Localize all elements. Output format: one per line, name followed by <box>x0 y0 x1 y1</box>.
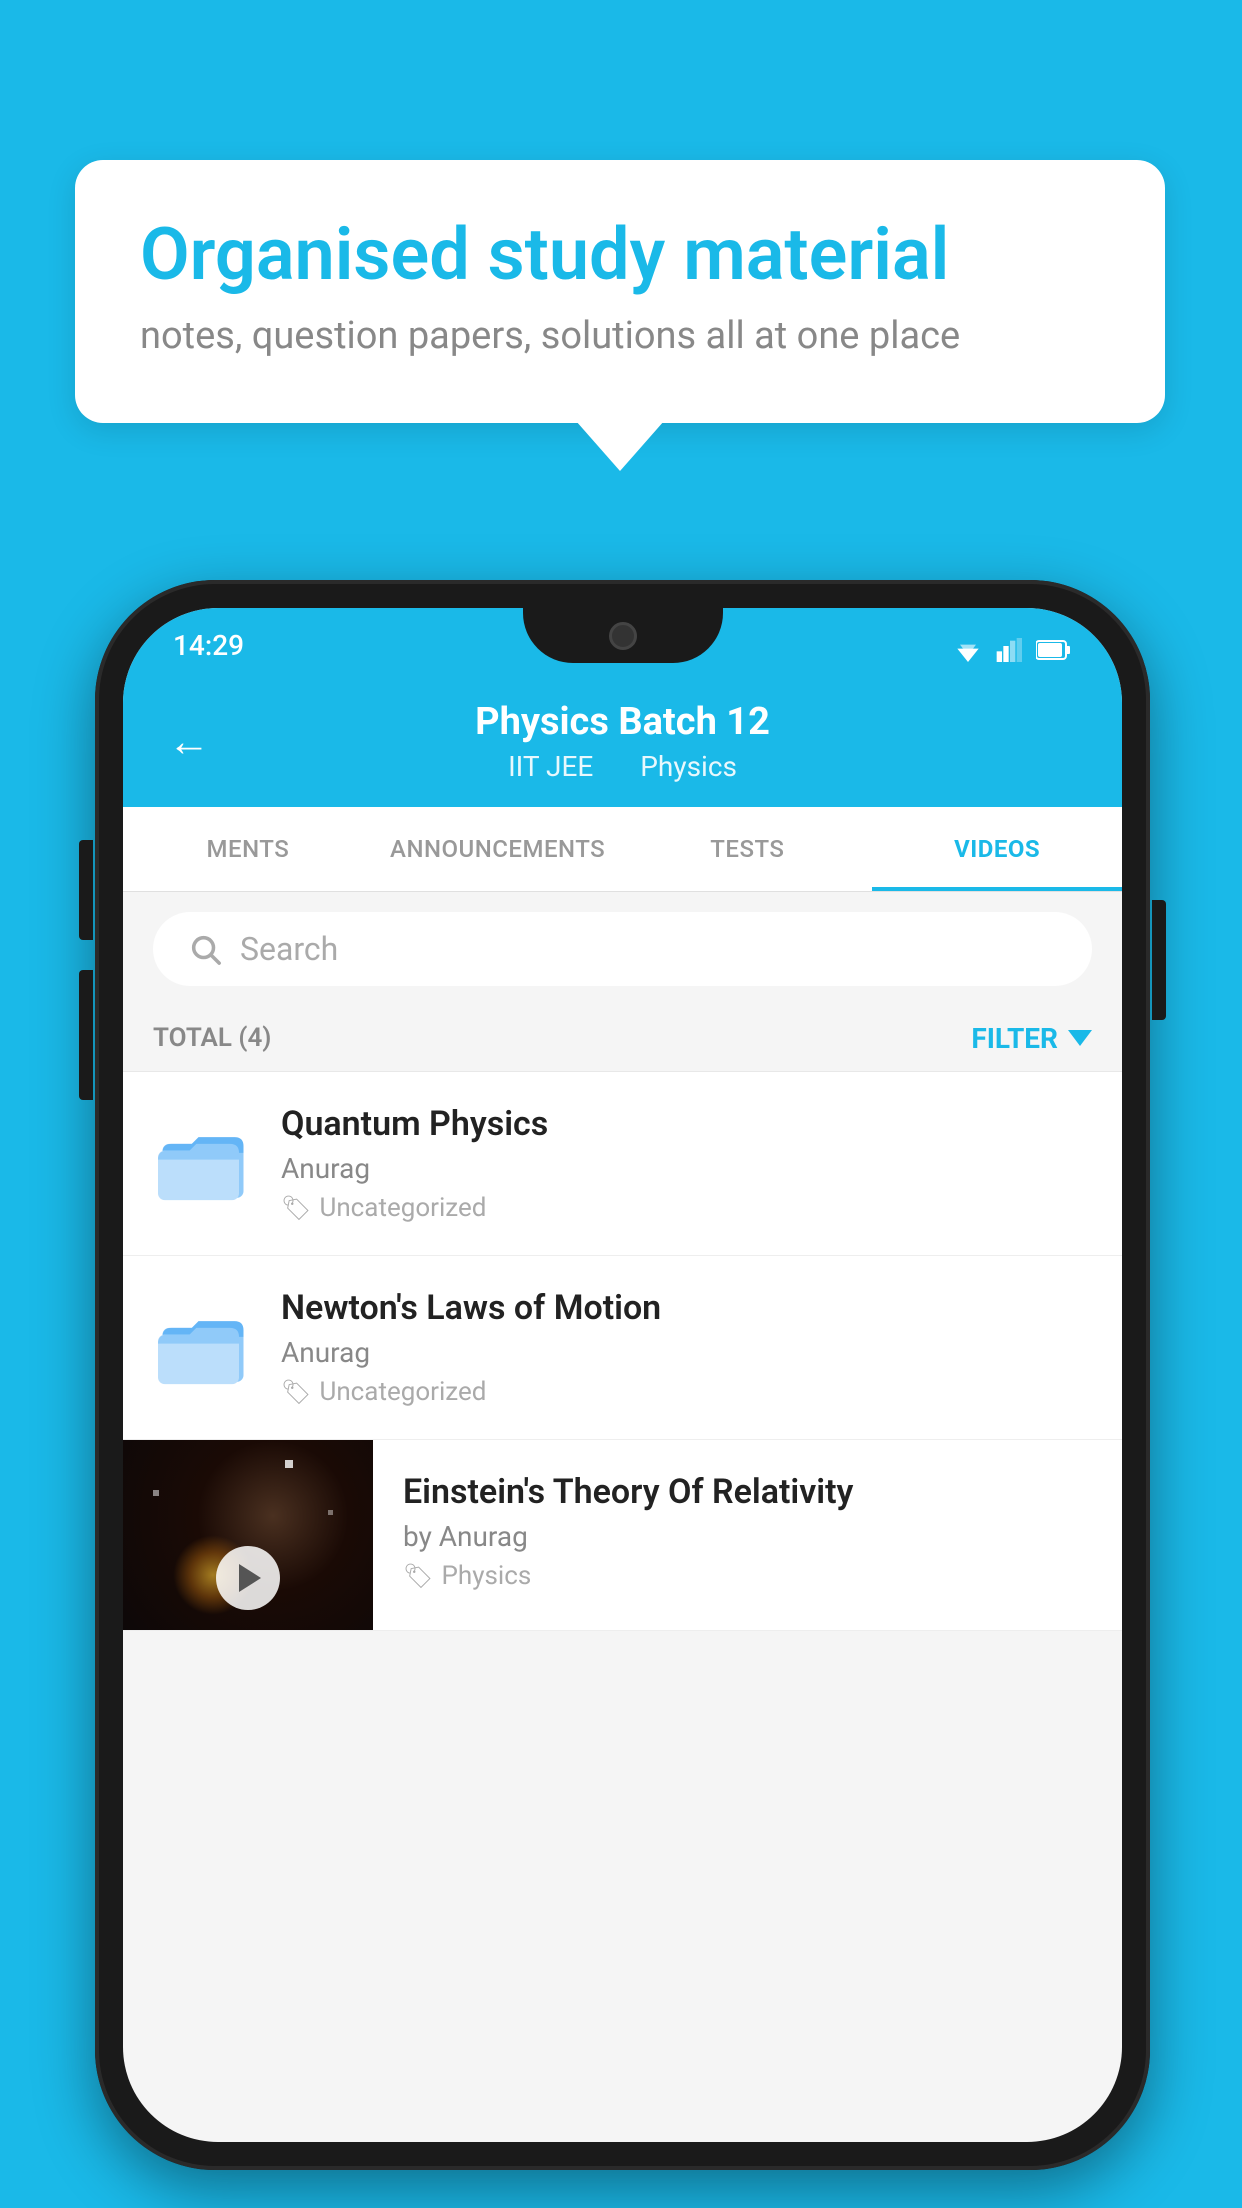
folder-icon-wrap <box>153 1297 253 1397</box>
tabs-bar: MENTS ANNOUNCEMENTS TESTS VIDEOS <box>123 807 1122 892</box>
tab-tests[interactable]: TESTS <box>623 807 873 891</box>
power-button <box>1152 900 1166 1020</box>
status-time: 14:29 <box>173 629 244 666</box>
item-author: Anurag <box>281 1336 1092 1369</box>
item-tag: 🏷 Physics <box>403 1561 1092 1591</box>
back-button[interactable]: ← <box>168 718 210 767</box>
item-title: Einstein's Theory Of Relativity <box>403 1472 1092 1512</box>
play-icon <box>239 1564 261 1592</box>
bubble-subtitle: notes, question papers, solutions all at… <box>140 314 1100 358</box>
wifi-icon <box>952 638 984 662</box>
item-tag: 🏷 Uncategorized <box>281 1377 1092 1407</box>
header-subtitle: IIT JEE Physics <box>173 750 1072 783</box>
volume-down-button <box>79 970 93 1100</box>
bubble-title: Organised study material <box>140 215 1100 294</box>
item-tag: 🏷 Uncategorized <box>281 1193 1092 1223</box>
list-item[interactable]: Newton's Laws of Motion Anurag 🏷 Uncateg… <box>123 1256 1122 1440</box>
battery-icon <box>1036 639 1072 661</box>
notch <box>523 608 723 663</box>
video-thumbnail <box>123 1440 373 1630</box>
video-list: Quantum Physics Anurag 🏷 Uncategorized <box>123 1072 1122 1631</box>
search-placeholder: Search <box>240 930 338 968</box>
play-button[interactable] <box>216 1546 280 1610</box>
folder-icon <box>158 1307 248 1387</box>
app-header: ← Physics Batch 12 IIT JEE Physics <box>123 678 1122 807</box>
item-info: Quantum Physics Anurag 🏷 Uncategorized <box>281 1104 1092 1223</box>
tag-icon: 🏷 <box>281 1194 311 1222</box>
total-count-label: TOTAL (4) <box>153 1023 271 1053</box>
folder-icon-wrap <box>153 1113 253 1213</box>
speech-bubble: Organised study material notes, question… <box>75 160 1165 423</box>
star-dot <box>328 1510 333 1515</box>
item-title: Newton's Laws of Motion <box>281 1288 1092 1328</box>
search-bar-wrapper: Search <box>123 892 1122 1006</box>
phone-screen: 14:29 <box>123 608 1122 2142</box>
list-item[interactable]: Einstein's Theory Of Relativity by Anura… <box>123 1440 1122 1631</box>
front-camera <box>609 622 637 650</box>
filter-icon <box>1068 1030 1092 1046</box>
signal-icon <box>996 638 1024 662</box>
filter-row: TOTAL (4) FILTER <box>123 1006 1122 1072</box>
tag-icon: 🏷 <box>281 1378 311 1406</box>
filter-label: FILTER <box>971 1022 1058 1055</box>
tab-videos[interactable]: VIDEOS <box>872 807 1122 891</box>
tab-announcements[interactable]: ANNOUNCEMENTS <box>373 807 623 891</box>
list-item[interactable]: Quantum Physics Anurag 🏷 Uncategorized <box>123 1072 1122 1256</box>
search-icon <box>188 932 222 966</box>
phone-shell: 14:29 <box>95 580 1150 2170</box>
tag-label: Uncategorized <box>319 1377 486 1407</box>
tag-label: Uncategorized <box>319 1193 486 1223</box>
filter-button[interactable]: FILTER <box>971 1022 1092 1055</box>
subtitle-part2: Physics <box>640 750 737 783</box>
item-author: by Anurag <box>403 1520 1092 1553</box>
item-author: Anurag <box>281 1152 1092 1185</box>
volume-up-button <box>79 840 93 940</box>
item-info: Newton's Laws of Motion Anurag 🏷 Uncateg… <box>281 1288 1092 1407</box>
star-dot <box>153 1490 159 1496</box>
tag-icon: 🏷 <box>403 1562 433 1590</box>
subtitle-part1: IIT JEE <box>508 750 593 783</box>
search-bar[interactable]: Search <box>153 912 1092 986</box>
header-title: Physics Batch 12 <box>173 700 1072 746</box>
item-info: Einstein's Theory Of Relativity by Anura… <box>373 1440 1122 1623</box>
status-icons <box>952 638 1072 666</box>
item-title: Quantum Physics <box>281 1104 1092 1144</box>
phone-wrapper: 14:29 <box>95 580 1150 2170</box>
folder-icon <box>158 1123 248 1203</box>
star-dot <box>285 1460 293 1468</box>
tag-label: Physics <box>441 1561 531 1591</box>
tab-ments[interactable]: MENTS <box>123 807 373 891</box>
